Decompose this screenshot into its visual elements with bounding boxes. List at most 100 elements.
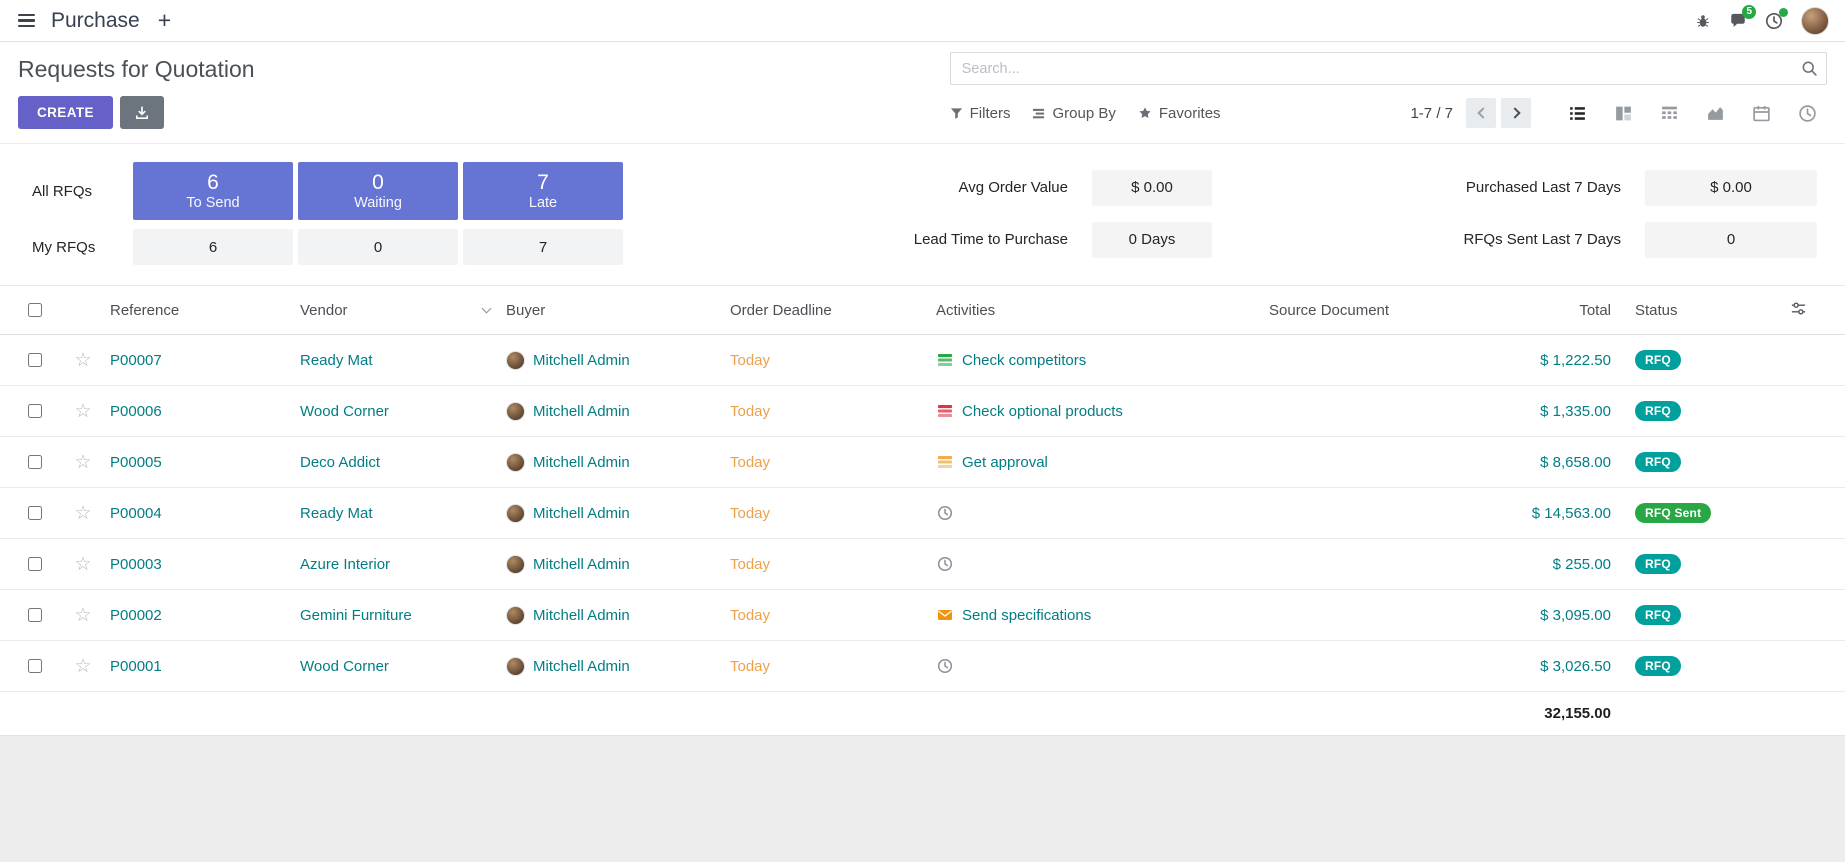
- buyer-link[interactable]: Mitchell Admin: [533, 454, 630, 471]
- activity-cell-icon[interactable]: [936, 658, 953, 675]
- kpi-my-to-send[interactable]: 6: [133, 229, 293, 265]
- activities-clock-icon[interactable]: [1765, 12, 1783, 30]
- stat-value-purchased-7d: $ 0.00: [1645, 170, 1817, 206]
- row-checkbox[interactable]: [28, 353, 42, 367]
- buyer-link[interactable]: Mitchell Admin: [533, 352, 630, 369]
- column-header-vendor[interactable]: Vendor: [300, 302, 506, 319]
- vendor-link[interactable]: Azure Interior: [300, 556, 390, 573]
- vendor-link[interactable]: Ready Mat: [300, 352, 373, 369]
- row-checkbox[interactable]: [28, 455, 42, 469]
- reference-link[interactable]: P00007: [110, 352, 162, 369]
- search-bar[interactable]: [950, 52, 1827, 85]
- column-header-buyer[interactable]: Buyer: [506, 302, 730, 319]
- buyer-link[interactable]: Mitchell Admin: [533, 658, 630, 675]
- graph-view-icon: [1706, 104, 1725, 123]
- view-pivot-button[interactable]: [1649, 97, 1689, 129]
- column-header-reference[interactable]: Reference: [110, 302, 300, 319]
- favorite-star-icon[interactable]: ☆: [74, 504, 91, 523]
- column-header-total[interactable]: Total: [1455, 302, 1621, 319]
- column-header-source-document[interactable]: Source Document: [1269, 302, 1455, 319]
- kpi-all-to-send[interactable]: 6 To Send: [133, 162, 293, 220]
- group-by-button[interactable]: Group By: [1032, 105, 1115, 122]
- messages-icon[interactable]: 5: [1729, 12, 1747, 30]
- row-checkbox[interactable]: [28, 659, 42, 673]
- select-all-checkbox[interactable]: [28, 303, 42, 317]
- stat-value-lead-time: 0 Days: [1092, 222, 1212, 258]
- debug-bug-icon[interactable]: [1695, 13, 1711, 29]
- activity-label[interactable]: Get approval: [962, 454, 1048, 471]
- activity-cell-icon[interactable]: [936, 352, 953, 369]
- new-tab-plus-icon[interactable]: +: [154, 9, 175, 32]
- view-graph-button[interactable]: [1695, 97, 1735, 129]
- buyer-link[interactable]: Mitchell Admin: [533, 607, 630, 624]
- view-activity-button[interactable]: [1787, 97, 1827, 129]
- apps-menu-icon[interactable]: [16, 10, 37, 31]
- column-header-activities[interactable]: Activities: [936, 302, 1269, 319]
- table-row[interactable]: ☆ P00006 Wood Corner Mitchell Admin Toda…: [0, 386, 1845, 437]
- reference-link[interactable]: P00001: [110, 658, 162, 675]
- vendor-link[interactable]: Wood Corner: [300, 658, 389, 675]
- order-deadline-value: Today: [730, 607, 770, 624]
- top-navbar: Purchase + 5: [0, 0, 1845, 42]
- activity-cell-icon[interactable]: [936, 556, 953, 573]
- pager-next-button[interactable]: [1501, 98, 1531, 128]
- app-name[interactable]: Purchase: [51, 9, 140, 33]
- activity-cell-icon[interactable]: [936, 454, 953, 471]
- table-row[interactable]: ☆ P00005 Deco Addict Mitchell Admin Toda…: [0, 437, 1845, 488]
- favorite-star-icon[interactable]: ☆: [74, 402, 91, 421]
- column-header-order-deadline[interactable]: Order Deadline: [730, 302, 936, 319]
- activity-cell-icon[interactable]: [936, 403, 953, 420]
- table-row[interactable]: ☆ P00003 Azure Interior Mitchell Admin T…: [0, 539, 1845, 590]
- activity-label[interactable]: Check competitors: [962, 352, 1086, 369]
- buyer-link[interactable]: Mitchell Admin: [533, 505, 630, 522]
- reference-link[interactable]: P00003: [110, 556, 162, 573]
- activity-cell-icon[interactable]: [936, 505, 953, 522]
- export-button[interactable]: [120, 96, 164, 129]
- buyer-link[interactable]: Mitchell Admin: [533, 556, 630, 573]
- kpi-my-late[interactable]: 7: [463, 229, 623, 265]
- rfq-dashboard: All RFQs 6 To Send 0 Waiting 7 Late My R…: [0, 144, 1845, 285]
- user-avatar[interactable]: [1801, 7, 1829, 35]
- favorite-star-icon[interactable]: ☆: [74, 351, 91, 370]
- filters-button[interactable]: Filters: [950, 105, 1011, 122]
- table-row[interactable]: ☆ P00007 Ready Mat Mitchell Admin Today …: [0, 335, 1845, 386]
- kpi-all-waiting[interactable]: 0 Waiting: [298, 162, 458, 220]
- reference-link[interactable]: P00002: [110, 607, 162, 624]
- reference-link[interactable]: P00004: [110, 505, 162, 522]
- pager-previous-button[interactable]: [1466, 98, 1496, 128]
- row-checkbox[interactable]: [28, 608, 42, 622]
- view-list-button[interactable]: [1557, 97, 1597, 129]
- download-icon: [134, 105, 150, 121]
- create-button[interactable]: CREATE: [18, 96, 113, 129]
- kpi-caption: To Send: [186, 195, 239, 211]
- view-kanban-button[interactable]: [1603, 97, 1643, 129]
- favorite-star-icon[interactable]: ☆: [74, 657, 91, 676]
- vendor-link[interactable]: Deco Addict: [300, 454, 380, 471]
- buyer-link[interactable]: Mitchell Admin: [533, 403, 630, 420]
- activity-label[interactable]: Send specifications: [962, 607, 1091, 624]
- optional-columns-icon[interactable]: [1790, 300, 1807, 321]
- row-checkbox[interactable]: [28, 404, 42, 418]
- reference-link[interactable]: P00005: [110, 454, 162, 471]
- column-header-status[interactable]: Status: [1621, 302, 1751, 319]
- row-checkbox[interactable]: [28, 506, 42, 520]
- favorite-star-icon[interactable]: ☆: [74, 453, 91, 472]
- favorite-star-icon[interactable]: ☆: [74, 606, 91, 625]
- search-icon[interactable]: [1801, 60, 1818, 82]
- vendor-link[interactable]: Gemini Furniture: [300, 607, 412, 624]
- kpi-all-late[interactable]: 7 Late: [463, 162, 623, 220]
- activity-cell-icon[interactable]: [936, 607, 953, 624]
- favorite-star-icon[interactable]: ☆: [74, 555, 91, 574]
- activity-label[interactable]: Check optional products: [962, 403, 1123, 420]
- search-input[interactable]: [950, 52, 1827, 85]
- favorites-button[interactable]: Favorites: [1138, 105, 1221, 122]
- view-calendar-button[interactable]: [1741, 97, 1781, 129]
- vendor-link[interactable]: Ready Mat: [300, 505, 373, 522]
- vendor-link[interactable]: Wood Corner: [300, 403, 389, 420]
- kpi-my-waiting[interactable]: 0: [298, 229, 458, 265]
- reference-link[interactable]: P00006: [110, 403, 162, 420]
- table-row[interactable]: ☆ P00004 Ready Mat Mitchell Admin Today …: [0, 488, 1845, 539]
- row-checkbox[interactable]: [28, 557, 42, 571]
- table-row[interactable]: ☆ P00001 Wood Corner Mitchell Admin Toda…: [0, 641, 1845, 692]
- table-row[interactable]: ☆ P00002 Gemini Furniture Mitchell Admin…: [0, 590, 1845, 641]
